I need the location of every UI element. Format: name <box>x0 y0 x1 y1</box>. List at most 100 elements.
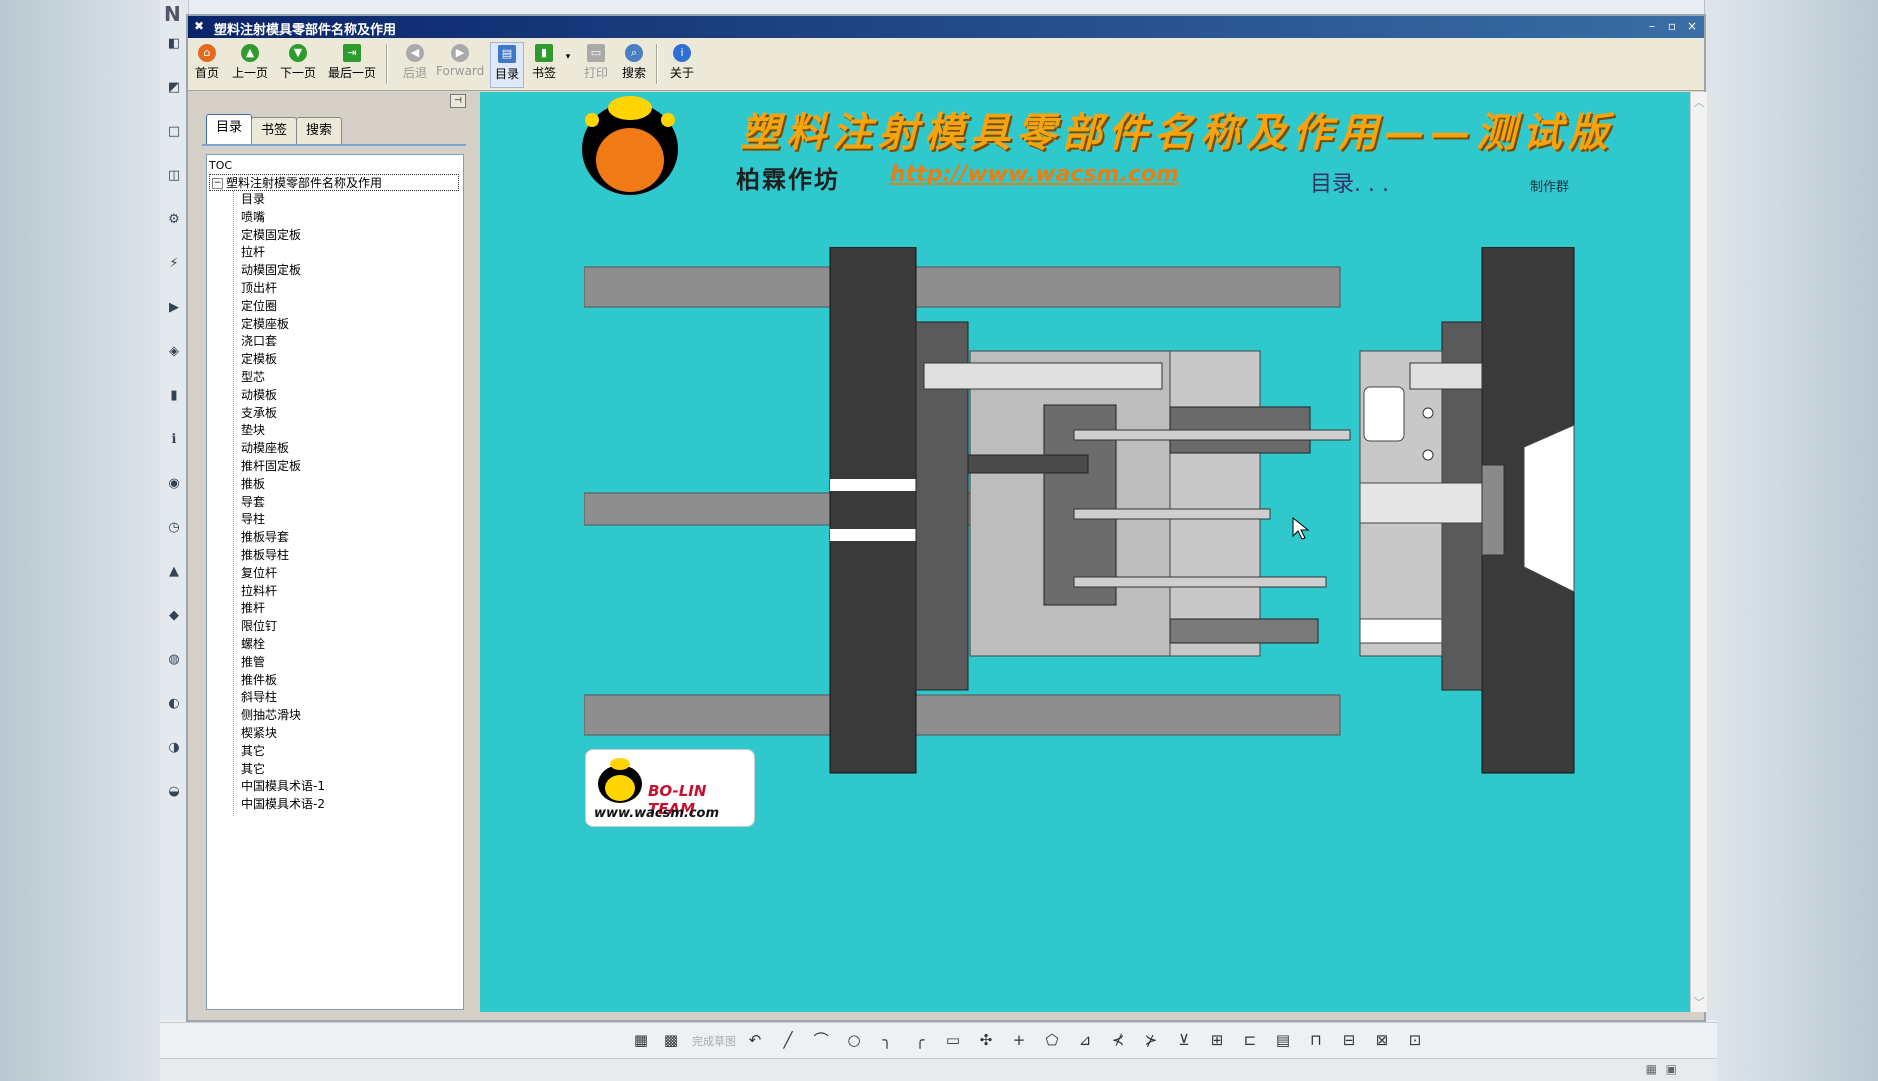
close-button[interactable]: × <box>1684 19 1700 34</box>
sketch-tool-icon[interactable]: ⌒ <box>810 1029 832 1051</box>
toc-item[interactable]: 推管 <box>241 654 265 671</box>
host-tool-icon[interactable]: ◈ <box>166 344 182 360</box>
sketch-tool-icon[interactable]: ▭ <box>942 1029 964 1051</box>
toc-item[interactable]: 推杆 <box>241 600 265 617</box>
about-button[interactable]: i 关于 <box>666 42 698 86</box>
toc-item[interactable]: 浇口套 <box>241 333 277 350</box>
toc-item[interactable]: 推板导柱 <box>241 547 289 564</box>
host-tool-icon[interactable]: ◐ <box>166 696 182 712</box>
vertical-scrollbar[interactable]: ︿ ﹀ <box>1690 92 1707 1012</box>
bookmark-button[interactable]: ▮ 书签 <box>528 42 560 86</box>
host-tool-icon[interactable]: ▶ <box>166 300 182 316</box>
toc-item[interactable]: 顶出杆 <box>241 280 277 297</box>
host-tool-icon[interactable]: ◫ <box>166 168 182 184</box>
sketch-tool-icon[interactable]: ⊟ <box>1338 1029 1360 1051</box>
sketch-tool-icon[interactable]: ▤ <box>1272 1029 1294 1051</box>
toc-item[interactable]: 楔紧块 <box>241 725 277 742</box>
minimize-button[interactable]: – <box>1644 19 1660 34</box>
tab-bookmarks[interactable]: 书签 <box>251 117 298 144</box>
collapse-icon[interactable]: − <box>212 178 223 189</box>
toc-item[interactable]: 喷嘴 <box>241 209 265 226</box>
toc-item[interactable]: 动模板 <box>241 387 277 404</box>
toc-link[interactable]: 目录. . . <box>1310 166 1389 198</box>
toc-item[interactable]: 拉杆 <box>241 244 265 261</box>
toc-item[interactable]: 螺栓 <box>241 636 265 653</box>
maximize-button[interactable]: ▫ <box>1664 19 1680 34</box>
host-tool-icon[interactable]: ▮ <box>166 388 182 404</box>
sketch-tool-icon[interactable]: ⊓ <box>1305 1029 1327 1051</box>
sketch-tool-icon[interactable]: ▩ <box>660 1029 682 1051</box>
toc-item[interactable]: 中国模具术语-2 <box>241 796 325 813</box>
print-button[interactable]: ▭ 打印 <box>580 42 612 86</box>
sketch-tool-icon[interactable]: ⊁ <box>1140 1029 1162 1051</box>
sketch-tool-icon[interactable]: ⊿ <box>1074 1029 1096 1051</box>
toc-item[interactable]: 动模固定板 <box>241 262 301 279</box>
toc-root-node[interactable]: − 塑料注射模零部件名称及作用 <box>209 174 459 191</box>
toc-button[interactable]: ▤ 目录 <box>490 42 524 88</box>
search-button[interactable]: ⌕ 搜索 <box>618 42 650 86</box>
sketch-tool-icon[interactable]: ○ <box>843 1029 865 1051</box>
host-tool-icon[interactable]: ◩ <box>166 80 182 96</box>
home-button[interactable]: ⌂ 首页 <box>192 42 222 86</box>
toc-item[interactable]: 定模板 <box>241 351 277 368</box>
toc-item[interactable]: 推板导套 <box>241 529 289 546</box>
sketch-tool-icon[interactable]: ⊞ <box>1206 1029 1228 1051</box>
tab-search[interactable]: 搜索 <box>296 117 343 144</box>
view-icon[interactable]: ▦ <box>1646 1062 1657 1076</box>
toc-item[interactable]: 限位钉 <box>241 618 277 635</box>
prev-page-button[interactable]: ▲ 上一页 <box>228 42 272 86</box>
toc-item[interactable]: 导柱 <box>241 511 265 528</box>
toc-item[interactable]: 推板 <box>241 476 265 493</box>
toc-item[interactable]: 拉料杆 <box>241 583 277 600</box>
host-tool-icon[interactable]: ◆ <box>166 608 182 624</box>
toc-item[interactable]: 中国模具术语-1 <box>241 778 325 795</box>
toc-item[interactable]: 动模座板 <box>241 440 289 457</box>
sketch-tool-icon[interactable]: ⊡ <box>1404 1029 1426 1051</box>
toc-item[interactable]: 导套 <box>241 494 265 511</box>
host-tool-icon[interactable]: ⚡ <box>166 256 182 272</box>
host-tool-icon[interactable]: ◒ <box>166 784 182 800</box>
pin-icon[interactable]: ⊣ <box>450 94 466 108</box>
sketch-tool-icon[interactable]: ✣ <box>975 1029 997 1051</box>
back-button[interactable]: ◀ 后退 <box>398 42 432 86</box>
bookmark-dropdown[interactable]: ▾ <box>562 42 574 86</box>
host-tool-icon[interactable]: ◍ <box>166 652 182 668</box>
toc-item[interactable]: 支承板 <box>241 405 277 422</box>
sketch-tool-icon[interactable]: ╮ <box>876 1029 898 1051</box>
sketch-tool-icon[interactable]: ↶ <box>744 1029 766 1051</box>
next-page-button[interactable]: ▼ 下一页 <box>276 42 320 86</box>
host-tool-icon[interactable]: ◉ <box>166 476 182 492</box>
host-tool-icon[interactable]: ▲ <box>166 564 182 580</box>
credits-link[interactable]: 制作群 <box>1530 176 1569 195</box>
toc-item[interactable]: 其它 <box>241 743 265 760</box>
toc-item[interactable]: 推杆固定板 <box>241 458 301 475</box>
host-tool-icon[interactable]: ◧ <box>166 36 182 52</box>
sketch-tool-icon[interactable]: ╱ <box>777 1029 799 1051</box>
toc-item[interactable]: 垫块 <box>241 422 265 439</box>
scroll-up-icon[interactable]: ︿ <box>1693 94 1705 110</box>
last-page-button[interactable]: ⇥ 最后一页 <box>324 42 380 86</box>
toc-item[interactable]: 定模固定板 <box>241 227 301 244</box>
toc-item[interactable]: 复位杆 <box>241 565 277 582</box>
toc-item[interactable]: 型芯 <box>241 369 265 386</box>
host-tool-icon[interactable]: ◷ <box>166 520 182 536</box>
layout-icon[interactable]: ▣ <box>1666 1062 1677 1076</box>
sketch-tool-icon[interactable]: + <box>1008 1029 1030 1051</box>
toc-item[interactable]: 目录 <box>241 191 265 208</box>
sketch-tool-icon[interactable]: ⊀ <box>1107 1029 1129 1051</box>
finish-sketch-label[interactable]: 完成草图 <box>692 1033 736 1049</box>
toc-item[interactable]: 侧抽芯滑块 <box>241 707 301 724</box>
toc-item[interactable]: 推件板 <box>241 672 277 689</box>
scroll-down-icon[interactable]: ﹀ <box>1693 994 1705 1010</box>
host-tool-icon[interactable]: ℹ <box>166 432 182 448</box>
toc-item[interactable]: 斜导柱 <box>241 689 277 706</box>
sketch-tool-icon[interactable]: ⊠ <box>1371 1029 1393 1051</box>
sketch-tool-icon[interactable]: ▦ <box>630 1029 652 1051</box>
sketch-tool-icon[interactable]: ╭ <box>909 1029 931 1051</box>
host-tool-icon[interactable]: ⚙ <box>166 212 182 228</box>
host-tool-icon[interactable]: ◑ <box>166 740 182 756</box>
toc-item[interactable]: 定模座板 <box>241 316 289 333</box>
tab-contents[interactable]: 目录 <box>206 114 253 145</box>
toc-item[interactable]: 其它 <box>241 761 265 778</box>
sketch-tool-icon[interactable]: ⊻ <box>1173 1029 1195 1051</box>
